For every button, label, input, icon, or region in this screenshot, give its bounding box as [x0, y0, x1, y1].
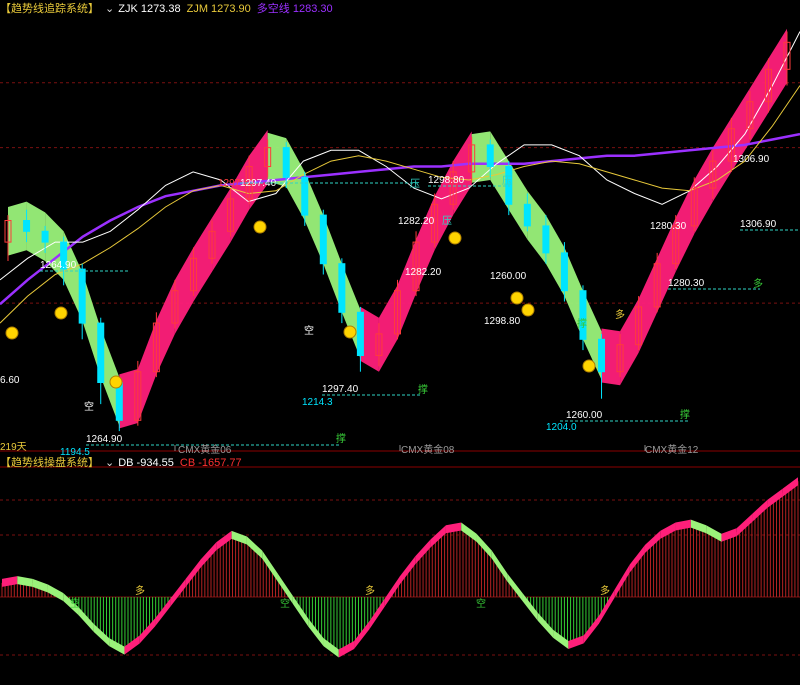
bottom-indicator-title[interactable]: 【趋势线操盘系统】 — [0, 457, 99, 469]
osc-ribbon-up — [660, 522, 676, 539]
price-label: 1282.20 — [405, 267, 442, 278]
smiley-icon — [253, 220, 267, 234]
signal-label: 撑 — [418, 383, 428, 396]
price-label: 1297.40 — [322, 384, 359, 395]
smiley-icon — [5, 326, 19, 340]
osc-ribbon-up — [2, 576, 18, 587]
instrument-label: CMX黄金12 — [645, 443, 699, 456]
osc-signal-label: 多 — [600, 584, 610, 597]
price-label: 1260.00 — [566, 410, 603, 421]
osc-ribbon-up — [155, 598, 171, 627]
db-value: DB -934.55 — [118, 457, 174, 469]
osc-ribbon-up — [767, 488, 783, 508]
candle-body — [319, 214, 327, 265]
signal-label: 撑 — [577, 317, 587, 330]
signal-label: 压 — [502, 175, 512, 187]
signal-label: 多 — [615, 308, 625, 321]
osc-ribbon-up — [629, 545, 645, 573]
price-chart[interactable]: 1297.401297.401264.901264.901194.51214.3… — [0, 0, 800, 685]
candle-body — [542, 225, 550, 254]
signal-label: 撑 — [680, 408, 690, 421]
candle-body — [338, 263, 346, 313]
zjk-value: ZJK 1273.38 — [118, 3, 181, 15]
smiley-icon — [54, 306, 68, 320]
osc-ribbon-down — [537, 612, 554, 638]
price-label: 1260.00 — [490, 271, 527, 282]
signal-label: 压 — [410, 178, 420, 190]
price-label: 1204.0 — [546, 422, 577, 433]
price-label: 1306.90 — [733, 154, 770, 165]
smiley-icon — [510, 291, 524, 305]
osc-ribbon-down — [17, 576, 33, 587]
smiley-icon — [582, 359, 596, 373]
signal-label: 撑 — [336, 432, 346, 445]
candle-body — [598, 338, 606, 373]
osc-ribbon-up — [614, 564, 630, 599]
candle-body — [523, 203, 531, 227]
candle-body — [41, 230, 49, 243]
chevron-down-icon[interactable]: ⌄ — [105, 3, 114, 15]
price-label: 1280.30 — [650, 221, 687, 232]
osc-ribbon-down — [262, 550, 278, 582]
osc-signal-label: 空 — [280, 597, 290, 610]
chart-stage: 1297.40 1297.40 1264.90 1264.90 1194.5 1214.3… — [0, 0, 800, 685]
osc-signal-label: 空 — [70, 597, 80, 610]
signal-label: 空 — [304, 324, 314, 337]
signal-label: 压 — [442, 215, 452, 227]
price-label: 1306.90 — [740, 219, 777, 230]
period-label: 219天 — [0, 442, 27, 453]
price-label: 1264.90 — [86, 434, 123, 445]
osc-ribbon-up — [384, 576, 400, 607]
osc-ribbon-up — [139, 618, 156, 644]
osc-ribbon-up — [124, 635, 140, 655]
smiley-icon — [109, 375, 123, 389]
signal-label: 多 — [753, 277, 763, 290]
candle-body — [282, 147, 290, 178]
price-label: 1298.80 — [428, 175, 465, 186]
osc-signal-label: 空 — [476, 597, 486, 610]
chevron-down-icon[interactable]: ⌄ — [105, 457, 114, 469]
price-label: 1280.30 — [668, 278, 705, 289]
osc-signal-label: 多 — [365, 584, 375, 597]
osc-ribbon-down — [553, 629, 569, 649]
osc-ribbon-up — [721, 528, 737, 542]
osc-ribbon-down — [47, 584, 64, 601]
osc-ribbon-up — [736, 513, 753, 537]
duokong-value: 多空线 1283.30 — [256, 3, 333, 15]
top-indicator-title[interactable]: 【趋势线追踪系统】 — [0, 3, 99, 15]
price-label: 1298.80 — [484, 316, 521, 327]
candle-body — [97, 322, 105, 384]
smiley-icon — [521, 303, 535, 317]
osc-ribbon-up — [752, 499, 768, 522]
bottom-indicator-header: 【趋势线操盘系统】 ⌄ DB -934.55 CB -1657.77 — [0, 455, 248, 471]
smiley-icon — [448, 231, 462, 245]
osc-ribbon-down — [231, 530, 247, 545]
price-label: 1264.90 — [40, 260, 77, 271]
candle-body — [486, 144, 494, 167]
zjm-value: ZJM 1273.90 — [186, 3, 251, 15]
top-indicator-header: 【趋势线追踪系统】 ⌄ ZJK 1273.38 ZJM 1273.90 多空线 1283… — [0, 1, 339, 17]
candle-body — [560, 252, 568, 292]
osc-ribbon-up — [644, 530, 661, 554]
instrument-label: CMX黄金08 — [401, 443, 455, 456]
candle-body — [356, 311, 364, 356]
osc-signal-label: 多 — [135, 584, 145, 597]
osc-ribbon-down — [32, 578, 48, 593]
price-label: 6.60 — [0, 375, 20, 386]
signal-label: 空 — [84, 400, 94, 413]
smiley-icon — [343, 325, 357, 339]
price-label: 1214.3 — [302, 397, 333, 408]
osc-ribbon-up — [445, 522, 462, 534]
osc-ribbon-down — [246, 536, 263, 559]
candle-body — [579, 290, 587, 340]
candle-body — [23, 220, 31, 232]
osc-ribbon-up — [675, 519, 691, 531]
cb-value: CB -1657.77 — [179, 457, 242, 469]
price-label: 1282.20 — [398, 216, 435, 227]
osc-ribbon-up — [782, 477, 798, 497]
candle-body — [78, 268, 86, 324]
